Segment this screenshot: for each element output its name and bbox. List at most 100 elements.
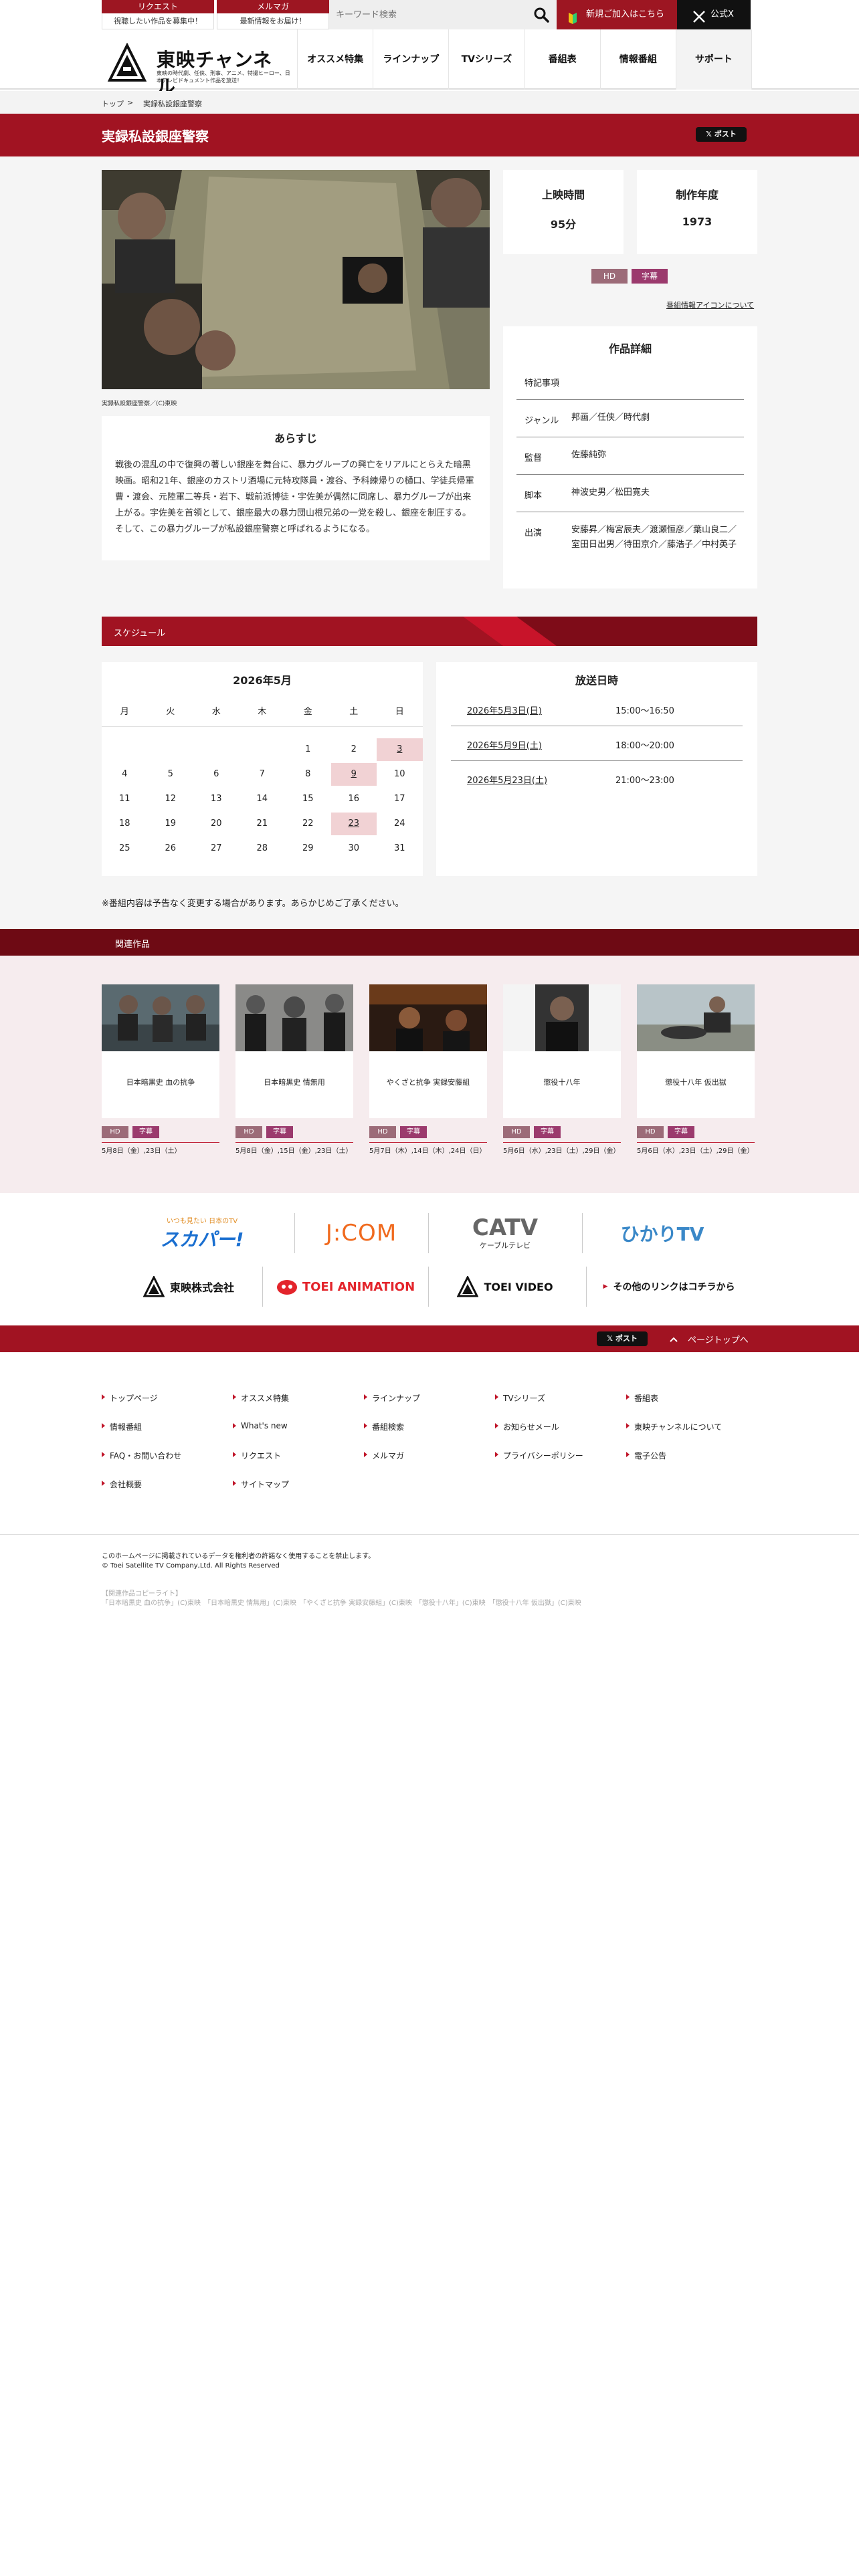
airtime-date-link[interactable]: 2026年5月9日(土) [467,738,542,751]
toei-video-link[interactable]: TOEI VIDEO [428,1267,582,1307]
airtime-time: 18:00〜20:00 [615,741,674,751]
toei-animation-link[interactable]: TOEI ANIMATION [262,1267,428,1307]
search-input[interactable] [336,7,523,22]
calendar-day-with-airing[interactable]: 9 [330,763,377,786]
detail-value: 安藤昇／梅宮辰夫／渡瀬恒彦／葉山良二／室田日出男／待田京介／藤浩子／中村英子 [571,525,737,550]
footer-link[interactable]: メルマガ [363,1450,404,1461]
search-icon[interactable] [533,7,550,23]
nav-info-programs[interactable]: 情報番組 [599,29,676,90]
subtitle-badge: 字幕 [132,1126,159,1138]
hikari-tv-link[interactable]: ひかりTV [582,1213,743,1253]
calendar-weekday: 水 [211,707,221,717]
calendar-week-row: 1 2 3 [102,737,423,762]
detail-value: 佐藤純弥 [571,450,607,460]
related-card[interactable]: 懲役十八年 [503,984,621,1118]
subtitle-badge: 字幕 [266,1126,293,1138]
production-year-value: 1973 [682,215,712,228]
calendar-day: 20 [210,819,222,829]
subtitle-badge: 字幕 [534,1126,561,1138]
x-post-button[interactable]: 𝕏 ポスト [597,1331,648,1346]
footer-link[interactable]: トップページ [102,1392,158,1404]
breadcrumb-current: 実録私設銀座警察 [143,100,202,108]
related-divider [503,1142,621,1143]
calendar-panel: 2026年5月 月火水木金土日 1 2 3 4 5 6 7 8 9 10 11 12 13 14 15 16 17… [102,662,423,876]
more-links[interactable]: ▶ その他のリンクはコチラから [589,1267,749,1307]
catv-link[interactable]: CATV ケーブルテレビ [428,1213,582,1253]
request-button[interactable]: リクエスト [102,0,214,13]
calendar-week-row: 11 12 13 14 15 16 17 [102,786,423,812]
calendar-day: 10 [393,769,405,779]
footer-link[interactable]: 番組表 [626,1392,658,1404]
toei-company-link[interactable]: 東映株式会社 [115,1267,262,1307]
footer-link[interactable]: サイトマップ [232,1479,289,1490]
footer-link[interactable]: 番組検索 [363,1421,404,1432]
official-x-label: 公式X [710,9,734,19]
footer-link[interactable]: ラインナップ [363,1392,420,1404]
calendar-day-with-airing[interactable]: 3 [377,738,423,761]
x-post-label: ポスト [714,130,737,138]
detail-value: 邦画／任侠／時代劇 [571,413,650,423]
beginner-mark-icon [566,8,579,24]
related-card[interactable]: 日本暗黒史 血の抗争 [102,984,219,1118]
production-year-label: 制作年度 [675,189,719,201]
nav-tv-series[interactable]: TVシリーズ [448,29,524,90]
footer-link[interactable]: 会社概要 [101,1479,142,1490]
nav-lineup[interactable]: ラインナップ [373,29,448,90]
calendar-day: 11 [118,794,130,804]
synopsis-panel: あらすじ 戦後の混乱の中で復興の著しい銀座を舞台に、暴力グループの興亡をリアルに… [102,416,490,560]
runtime-label: 上映時間 [541,189,585,201]
footer-link[interactable]: 東映チャンネルについて [626,1421,722,1432]
hd-badge: HD [503,1126,530,1138]
site-logo[interactable]: 東映チャンネル 東映の時代劇、任侠、刑事、アニメ、特撮ヒーロー、日本テレビドキュ… [107,42,290,98]
airtime-date-link[interactable]: 2026年5月3日(日) [467,704,542,716]
jcom-link[interactable]: J:COM [294,1213,428,1253]
airtime-date-link[interactable]: 2026年5月23日(土) [467,773,547,786]
footer-link[interactable]: What's new [233,1421,288,1430]
footer-link[interactable]: オススメ特集 [232,1392,289,1404]
related-card[interactable]: 日本暗黒史 情無用 [235,984,353,1118]
calendar-divider [102,726,423,727]
related-card[interactable]: やくざと抗争 実録安藤組 [369,984,487,1118]
new-subscription-button[interactable]: 新規ご加入はこちら [557,0,677,29]
toei-company-name: 東映株式会社 [169,1281,234,1294]
airtime-panel: 放送日時 2026年5月3日(日) 15:00〜16:50 2026年5月9日(… [436,662,757,876]
hd-badge: HD [235,1126,262,1138]
footer-link[interactable]: お知らせメール [495,1421,559,1432]
icon-info-link[interactable]: 番組情報アイコンについて [666,300,754,310]
pagetop-link[interactable]: ページトップへ [669,1333,749,1346]
airtime-heading: 放送日時 [575,674,618,687]
detail-row: 監督 佐藤純弥 [516,437,744,475]
more-links-label: その他のリンクはコチラから [613,1282,735,1293]
mailmag-button[interactable]: メルマガ [217,0,329,13]
footer-link[interactable]: 電子公告 [626,1450,666,1461]
calendar-day: 22 [302,819,314,829]
calendar-day: 24 [393,819,405,829]
calendar-week-row: 18 19 20 21 22 23 24 [102,811,423,837]
calendar-week-row: 25 26 27 28 29 30 31 [102,836,423,861]
calendar-day-with-airing[interactable]: 23 [330,813,377,835]
nav-schedule[interactable]: 番組表 [524,29,600,90]
footer-link[interactable]: プライバシーポリシー [495,1450,583,1461]
official-x-button[interactable]: 公式X [677,0,751,29]
calendar-day: 19 [165,819,177,829]
related-card[interactable]: 懲役十八年 仮出獄 [637,984,755,1118]
nav-support[interactable]: サポート [675,29,753,101]
subtitle-badge: 字幕 [668,1126,694,1138]
calendar-day: 2 [351,744,357,754]
footer-link[interactable]: FAQ・お問い合わせ [101,1450,181,1461]
footer-link[interactable]: TVシリーズ [495,1392,545,1404]
footer-link[interactable]: リクエスト [232,1450,281,1461]
skyperfect-link[interactable]: いつも見たい 日本のTV スカパー! [115,1213,289,1253]
work-details-panel: 作品詳細 特記事項 ジャンル 邦画／任侠／時代劇 監督 佐藤純弥 脚本 神波史男… [503,326,757,588]
calendar-day: 31 [393,843,405,853]
hd-badge: HD [102,1126,128,1138]
toei-channel-logo-icon [107,42,147,83]
x-post-button[interactable]: 𝕏 ポスト [696,127,747,142]
footer-link[interactable]: 情報番組 [101,1421,142,1432]
subtitle-badge: 字幕 [632,269,668,284]
calendar-day: 21 [256,819,268,829]
related-thumbnail [637,984,755,1051]
nav-recommended[interactable]: オススメ特集 [297,29,373,90]
footer-notice: このホームページに掲載されているデータを権利者の許諾なく使用することを禁止します… [102,1553,375,1560]
skyperfect-tagline: いつも見たい 日本のTV [166,1217,238,1225]
